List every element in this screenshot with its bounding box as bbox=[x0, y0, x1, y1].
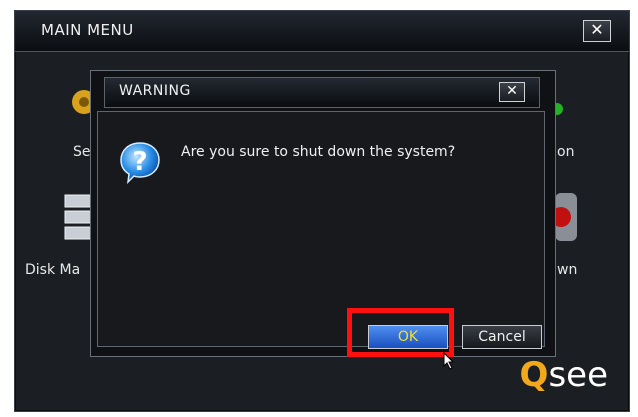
svg-text:?: ? bbox=[132, 147, 147, 177]
close-icon: ✕ bbox=[506, 83, 518, 99]
menu-label-setup[interactable]: Se bbox=[73, 144, 91, 160]
logo-q: Q bbox=[519, 355, 549, 395]
cancel-button[interactable]: Cancel bbox=[462, 325, 542, 349]
question-mark-icon: ? bbox=[120, 142, 160, 184]
warning-dialog: WARNING ✕ ? Are you sure to shut down th… bbox=[90, 70, 556, 357]
menu-label-right-bottom[interactable]: wn bbox=[557, 262, 577, 278]
warning-body: ? Are you sure to shut down the system? … bbox=[97, 111, 545, 349]
record-indicator-icon bbox=[555, 103, 563, 115]
shutdown-icon[interactable] bbox=[555, 193, 577, 241]
mouse-cursor-icon bbox=[443, 352, 455, 370]
warning-message: Are you sure to shut down the system? bbox=[181, 144, 456, 160]
menu-label-disk-management[interactable]: Disk Ma bbox=[25, 262, 80, 278]
main-menu-title: MAIN MENU bbox=[41, 21, 134, 39]
qsee-logo: Qsee bbox=[520, 355, 608, 395]
main-menu-close-button[interactable]: ✕ bbox=[583, 20, 611, 42]
logo-text: see bbox=[548, 355, 608, 395]
warning-close-button[interactable]: ✕ bbox=[499, 82, 525, 102]
warning-title: WARNING bbox=[119, 83, 191, 99]
main-menu-titlebar: MAIN MENU ✕ bbox=[15, 11, 629, 52]
ok-button-highlight bbox=[347, 308, 454, 357]
warning-titlebar: WARNING ✕ bbox=[104, 77, 540, 108]
menu-label-right-top[interactable]: on bbox=[557, 144, 574, 160]
close-icon: ✕ bbox=[590, 20, 604, 39]
